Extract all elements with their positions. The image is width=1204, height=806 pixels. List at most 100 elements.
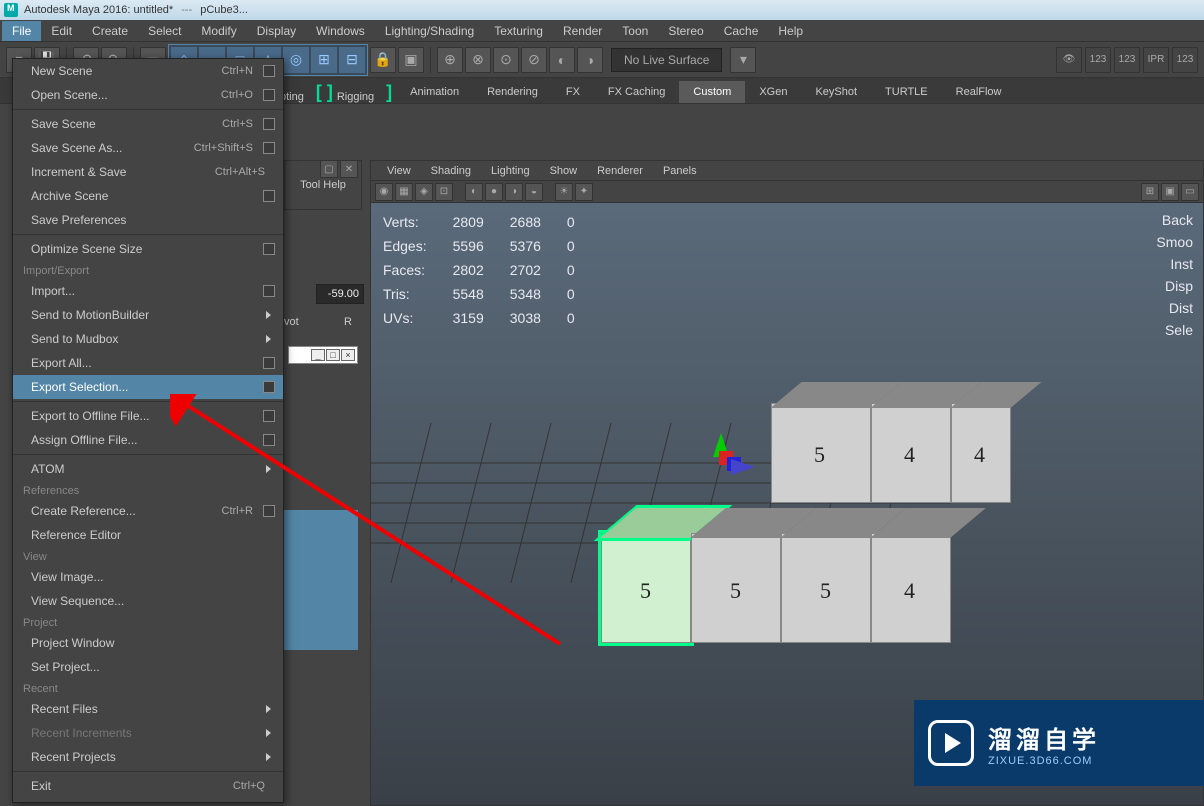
menu-item-save-preferences[interactable]: Save Preferences bbox=[13, 208, 283, 232]
gizmo-x-axis[interactable] bbox=[731, 459, 755, 475]
vp-xray-icon[interactable]: ▣ bbox=[1161, 183, 1179, 201]
sel6-icon[interactable]: ⊞ bbox=[311, 47, 337, 73]
live-surface-box[interactable]: No Live Surface bbox=[611, 48, 722, 72]
vp-tool1-icon[interactable]: ▦ bbox=[395, 183, 413, 201]
vp-menu-shading[interactable]: Shading bbox=[421, 163, 481, 179]
shelf-tab-realflow[interactable]: RealFlow bbox=[942, 81, 1016, 103]
menu-item-export-all[interactable]: Export All... bbox=[13, 351, 283, 375]
snap3-icon[interactable]: ⊙ bbox=[493, 47, 519, 73]
maximize-icon[interactable]: □ bbox=[326, 349, 340, 361]
menu-item-archive-scene[interactable]: Archive Scene bbox=[13, 184, 283, 208]
snap6-icon[interactable]: ◑ bbox=[577, 47, 603, 73]
vp-shade3-icon[interactable]: ◑ bbox=[505, 183, 523, 201]
highlight-icon[interactable]: ▣ bbox=[398, 47, 424, 73]
menu-item-open-scene[interactable]: Open Scene...Ctrl+O bbox=[13, 83, 283, 107]
vp-light2-icon[interactable]: ✦ bbox=[575, 183, 593, 201]
menu-item-assign-offline-file[interactable]: Assign Offline File... bbox=[13, 428, 283, 452]
menu-item-exit[interactable]: ExitCtrl+Q bbox=[13, 774, 283, 798]
vp-cam-icon[interactable]: ◉ bbox=[375, 183, 393, 201]
vp-iso-icon[interactable]: ⊞ bbox=[1141, 183, 1159, 201]
menu-item-new-scene[interactable]: New SceneCtrl+N bbox=[13, 59, 283, 83]
shelf-tab-xgen[interactable]: XGen bbox=[745, 81, 801, 103]
menu-item-view-image[interactable]: View Image... bbox=[13, 565, 283, 589]
selected-list-item[interactable] bbox=[284, 510, 358, 650]
shelf-tab-turtle[interactable]: TURTLE bbox=[871, 81, 942, 103]
cube-front-3[interactable]: 5 bbox=[781, 533, 871, 643]
option-box-icon[interactable] bbox=[263, 381, 275, 393]
vp-shade2-icon[interactable]: ● bbox=[485, 183, 503, 201]
shelf-tab-keyshot[interactable]: KeyShot bbox=[801, 81, 871, 103]
menu-item-recent-projects[interactable]: Recent Projects bbox=[13, 745, 283, 769]
close-dock-icon[interactable]: ✕ bbox=[340, 160, 358, 178]
cube-front-4[interactable]: 4 bbox=[871, 533, 951, 643]
cube-back-3[interactable]: 4 bbox=[951, 403, 1011, 503]
menu-edit[interactable]: Edit bbox=[41, 21, 82, 41]
menu-help[interactable]: Help bbox=[768, 21, 813, 41]
option-box-icon[interactable] bbox=[263, 190, 275, 202]
cube-selected[interactable]: 5 bbox=[601, 533, 691, 643]
snap4-icon[interactable]: ⊘ bbox=[521, 47, 547, 73]
menu-toon[interactable]: Toon bbox=[612, 21, 658, 41]
menu-lightingshading[interactable]: Lighting/Shading bbox=[375, 21, 484, 41]
render-eye-icon[interactable]: 👁 bbox=[1056, 47, 1082, 73]
option-box-icon[interactable] bbox=[263, 357, 275, 369]
menu-item-export-to-offline-file[interactable]: Export to Offline File... bbox=[13, 404, 283, 428]
menu-file[interactable]: File bbox=[2, 21, 41, 41]
menu-item-increment-save[interactable]: Increment & SaveCtrl+Alt+S bbox=[13, 160, 283, 184]
render-1-icon[interactable]: 123 bbox=[1085, 47, 1111, 73]
option-box-icon[interactable] bbox=[263, 65, 275, 77]
menu-display[interactable]: Display bbox=[247, 21, 306, 41]
ipr-icon[interactable]: IPR bbox=[1143, 47, 1169, 73]
num-input[interactable]: -59.00 bbox=[316, 284, 364, 304]
vp-shade1-icon[interactable]: ◐ bbox=[465, 183, 483, 201]
option-box-icon[interactable] bbox=[263, 142, 275, 154]
cube-front-2[interactable]: 5 bbox=[691, 533, 781, 643]
menu-render[interactable]: Render bbox=[553, 21, 612, 41]
snap2-icon[interactable]: ⊗ bbox=[465, 47, 491, 73]
menu-item-send-to-mudbox[interactable]: Send to Mudbox bbox=[13, 327, 283, 351]
option-box-icon[interactable] bbox=[263, 118, 275, 130]
sel7-icon[interactable]: ⊟ bbox=[339, 47, 365, 73]
menu-item-optimize-scene-size[interactable]: Optimize Scene Size bbox=[13, 237, 283, 261]
shelf-tab-fxcaching[interactable]: FX Caching bbox=[594, 81, 679, 103]
menu-item-recent-files[interactable]: Recent Files bbox=[13, 697, 283, 721]
option-box-icon[interactable] bbox=[263, 410, 275, 422]
render-2-icon[interactable]: 123 bbox=[1114, 47, 1140, 73]
vp-menu-panels[interactable]: Panels bbox=[653, 163, 707, 179]
menu-item-create-reference[interactable]: Create Reference...Ctrl+R bbox=[13, 499, 283, 523]
menu-item-send-to-motionbuilder[interactable]: Send to MotionBuilder bbox=[13, 303, 283, 327]
menu-item-save-scene[interactable]: Save SceneCtrl+S bbox=[13, 112, 283, 136]
vp-gate-icon[interactable]: ▭ bbox=[1181, 183, 1199, 201]
menu-item-save-scene-as[interactable]: Save Scene As...Ctrl+Shift+S bbox=[13, 136, 283, 160]
menu-cache[interactable]: Cache bbox=[714, 21, 769, 41]
minimize-icon[interactable]: _ bbox=[311, 349, 325, 361]
menu-windows[interactable]: Windows bbox=[306, 21, 375, 41]
cube-back-2[interactable]: 4 bbox=[871, 403, 951, 503]
menu-item-reference-editor[interactable]: Reference Editor bbox=[13, 523, 283, 547]
shelf-tab-rendering[interactable]: Rendering bbox=[473, 81, 552, 103]
close-icon[interactable]: × bbox=[341, 349, 355, 361]
menu-stereo[interactable]: Stereo bbox=[658, 21, 713, 41]
surf-arrow-icon[interactable]: ▾ bbox=[730, 47, 756, 73]
option-box-icon[interactable] bbox=[263, 243, 275, 255]
option-box-icon[interactable] bbox=[263, 505, 275, 517]
vp-shade4-icon[interactable]: ◒ bbox=[525, 183, 543, 201]
menu-texturing[interactable]: Texturing bbox=[484, 21, 553, 41]
vp-tool2-icon[interactable]: ◈ bbox=[415, 183, 433, 201]
menu-create[interactable]: Create bbox=[82, 21, 138, 41]
vp-menu-view[interactable]: View bbox=[377, 163, 421, 179]
shelf-tab-animation[interactable]: Animation bbox=[396, 81, 473, 103]
option-box-icon[interactable] bbox=[263, 434, 275, 446]
menu-item-export-selection[interactable]: Export Selection... bbox=[13, 375, 283, 399]
vp-menu-lighting[interactable]: Lighting bbox=[481, 163, 540, 179]
render-3-icon[interactable]: 123 bbox=[1172, 47, 1198, 73]
shelf-tab-custom[interactable]: Custom bbox=[679, 81, 745, 103]
dock-icon[interactable]: ▢ bbox=[320, 160, 338, 178]
snap5-icon[interactable]: ◐ bbox=[549, 47, 575, 73]
lock-icon[interactable]: 🔒 bbox=[370, 47, 396, 73]
menu-item-view-sequence[interactable]: View Sequence... bbox=[13, 589, 283, 613]
shelf-tab-fx[interactable]: FX bbox=[552, 81, 594, 103]
menu-item-import[interactable]: Import... bbox=[13, 279, 283, 303]
menu-item-set-project[interactable]: Set Project... bbox=[13, 655, 283, 679]
snap1-icon[interactable]: ⊕ bbox=[437, 47, 463, 73]
